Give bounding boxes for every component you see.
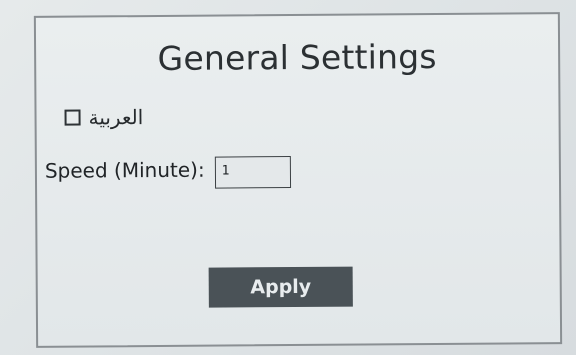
arabic-label: العربية [88,105,144,130]
apply-button[interactable]: Apply [208,266,353,308]
arabic-checkbox[interactable] [64,109,81,126]
general-settings-panel: General Settings العربية Speed (Minute):… [33,12,563,348]
speed-setting-row: Speed (Minute): 1 [45,150,291,190]
speed-label: Speed (Minute): [44,157,205,183]
arabic-language-option[interactable]: العربية [64,105,143,130]
panel-title: General Settings [157,37,437,78]
speed-input[interactable]: 1 [214,156,291,189]
